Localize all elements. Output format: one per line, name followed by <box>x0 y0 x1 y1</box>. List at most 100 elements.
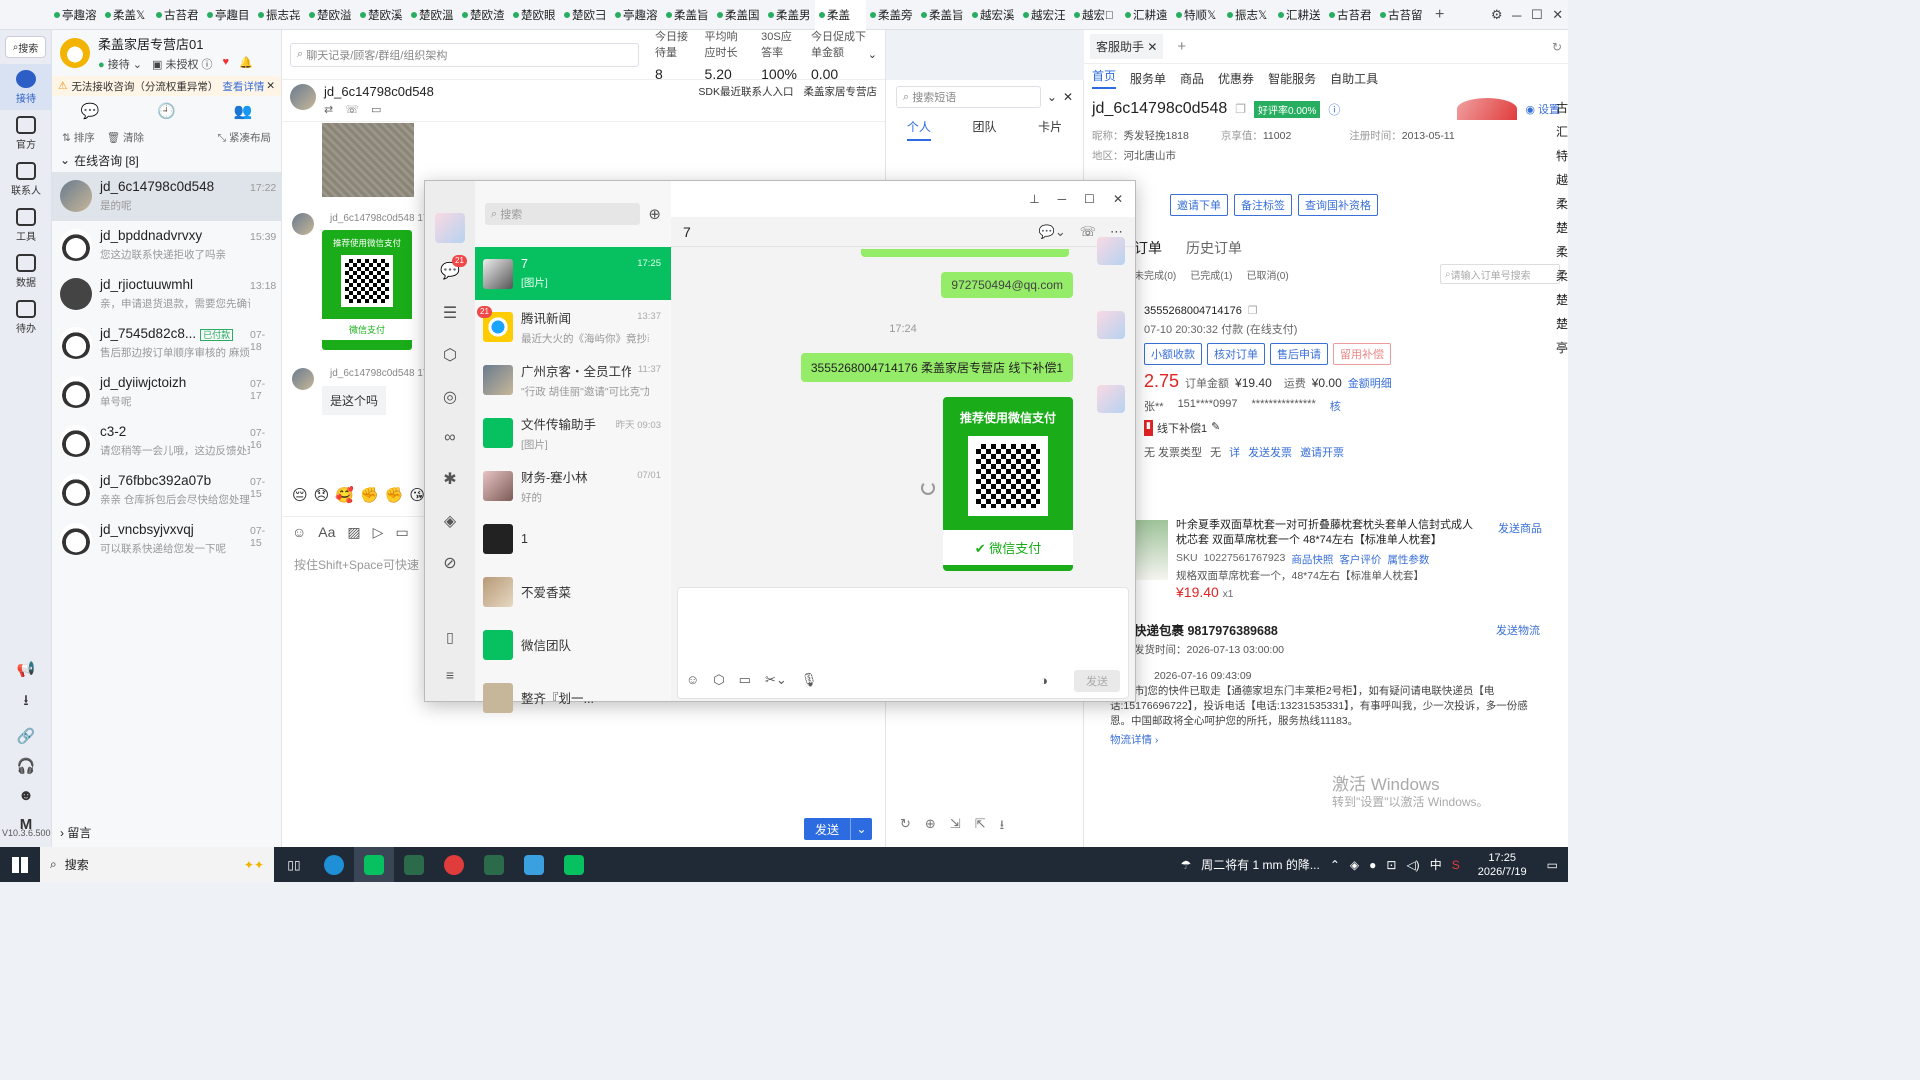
order-action-button[interactable]: 小额收款 <box>1144 343 1202 365</box>
add-icon[interactable]: ⊕ <box>925 816 936 838</box>
rail-item-reception[interactable]: 接待 <box>0 64 52 110</box>
wechat-pay-card[interactable]: 推荐使用微信支付 微信支付 <box>322 230 412 350</box>
app-blue-icon[interactable] <box>514 847 554 882</box>
wechat-chat-item[interactable]: 广州京客・全员工作..."行政 胡佳丽"邀请"可比克"加...11:37 <box>475 353 671 406</box>
tab-team[interactable]: 团队 <box>972 118 996 141</box>
chats-icon[interactable]: 💬 21 <box>440 255 467 281</box>
emoji-icon[interactable]: ☺ <box>292 524 306 541</box>
product-image[interactable] <box>1136 520 1168 580</box>
favorites-icon[interactable]: ⬡ <box>443 345 457 365</box>
conversation-item[interactable]: jd_7545d82c8... 已付款 售后那边按订单顺序审核的 麻烦... 07-1… <box>52 319 281 368</box>
emoji-icon[interactable]: ☺ <box>686 672 699 688</box>
refresh-icon[interactable]: ↻ <box>900 816 911 838</box>
side-shop-char[interactable]: 汇 <box>1556 120 1570 144</box>
close-icon[interactable]: ✕ <box>1552 7 1563 23</box>
voice-icon[interactable]: 🎙 <box>801 672 818 688</box>
auth-status[interactable]: ▣ 未授权 ⓘ <box>152 56 213 72</box>
send-logistics-link[interactable]: 发送物流 <box>1496 622 1540 638</box>
bell-icon[interactable]: 🔔 <box>239 56 253 72</box>
s-tray-icon[interactable]: S <box>1452 858 1460 872</box>
window-tab[interactable]: 古苔留 <box>1376 0 1427 30</box>
notifications-icon[interactable]: ▭ <box>1547 858 1558 872</box>
screenshot-icon[interactable]: ✂⌄ <box>765 672 787 688</box>
panel-action-button[interactable]: 邀请下单 <box>1170 194 1228 216</box>
settings-link[interactable]: ◉ 设置 <box>1525 101 1560 117</box>
filter-cancelled[interactable]: 已取消(0) <box>1246 267 1288 282</box>
font-icon[interactable]: Aa <box>318 524 335 541</box>
send-options-chevron-icon[interactable]: ⌄ <box>850 818 872 840</box>
close-warning-icon[interactable]: ✕ <box>266 80 275 92</box>
chat-bubble-icon[interactable]: 💬 <box>81 102 100 120</box>
window-tab[interactable]: 亭趣目 <box>203 0 254 30</box>
send-product-link[interactable]: 发送商品 <box>1498 520 1542 536</box>
search-web-icon[interactable]: ⊘ <box>443 553 456 573</box>
rail-item-contacts[interactable]: 联系人 <box>0 156 52 202</box>
emoji-cheer-icon[interactable]: ✊ <box>360 486 379 504</box>
conversation-item[interactable]: jd_dyiiwjctoizh 单号呢 07-17 <box>52 368 281 417</box>
window-tab[interactable]: 柔盖国 <box>713 0 764 30</box>
favorite-icon[interactable]: ⬡ <box>713 672 724 688</box>
app-green-chat-icon[interactable] <box>554 847 594 882</box>
copy-icon[interactable]: ❐ <box>1235 102 1246 116</box>
app-red-icon[interactable] <box>434 847 474 882</box>
window-tab[interactable]: 汇耕遠 <box>1121 0 1172 30</box>
link-icon[interactable]: 🔗 <box>17 727 36 745</box>
side-shop-char[interactable]: 柔 <box>1556 192 1570 216</box>
image-icon[interactable]: ▨ <box>347 524 360 541</box>
wechat-chat-item[interactable]: 1 <box>475 512 671 565</box>
side-shop-char[interactable]: 柔 <box>1556 240 1570 264</box>
order-message[interactable]: 3555268004714176 柔盖家居专营店 线下补偿1 <box>800 353 1073 382</box>
wechat-chat-item[interactable]: 整齐『划一... <box>475 671 671 724</box>
clock[interactable]: 17:25 2026/7/19 <box>1478 851 1527 879</box>
maximize-icon[interactable]: ☐ <box>1531 7 1543 23</box>
panel-tab[interactable]: 首页 <box>1092 67 1117 89</box>
download-icon[interactable]: ⭳ <box>1000 816 1005 838</box>
window-tab[interactable]: 柔盖 <box>815 0 866 30</box>
file-icon[interactable]: ▭ <box>739 672 751 688</box>
chevron-down-icon[interactable]: ⌄ <box>868 48 877 61</box>
export-icon[interactable]: ⇱ <box>975 816 986 838</box>
window-tab[interactable]: 楚欧眼 <box>509 0 560 30</box>
weather-icon[interactable]: ☂ <box>1180 858 1191 872</box>
side-shop-char[interactable]: 亭 <box>1556 336 1570 360</box>
tab-history-orders[interactable]: 历史订单 <box>1186 238 1242 258</box>
compact-layout-button[interactable]: ⤡ 紧凑布局 <box>218 130 271 145</box>
import-icon[interactable]: ⇲ <box>950 816 961 838</box>
amount-detail-link[interactable]: 金额明细 <box>1348 375 1392 391</box>
wechat-search-input[interactable]: ⌕ 搜索 <box>485 203 641 225</box>
wechat-chat-item[interactable]: 文件传输助手 [图片] 昨天 09:03 <box>475 406 671 459</box>
filter-unfinished[interactable]: 未完成(0) <box>1134 267 1176 282</box>
verify-button[interactable]: 核 <box>1330 398 1341 414</box>
panel-tab[interactable]: 商品 <box>1180 70 1204 87</box>
wechat-input-box[interactable]: ☺ ⬡ ▭ ✂⌄ 🎙 ◑ 发送 <box>677 587 1129 699</box>
window-tab[interactable]: 越宏溪 <box>968 0 1019 30</box>
app-star-icon[interactable] <box>394 847 434 882</box>
window-tab[interactable]: 楚欧溫 <box>407 0 458 30</box>
wechat-user-avatar[interactable] <box>435 213 465 243</box>
product-name[interactable]: 叶余夏季双面草枕套一对可折叠藤枕套枕头套单人信封式成人枕芯套 双面草席枕套一个 … <box>1176 518 1482 548</box>
sort-button[interactable]: ⇅ 排序 <box>62 130 95 145</box>
send-invoice-link[interactable]: 发送发票 <box>1248 444 1292 460</box>
add-chat-icon[interactable]: ⊕ <box>648 205 661 223</box>
taskbar-search[interactable]: ⌕ 搜索 ✦✦ <box>40 847 274 882</box>
panel-action-button[interactable]: 备注标签 <box>1234 194 1292 216</box>
assistant-tab[interactable]: 客服助手 ✕ <box>1090 34 1164 59</box>
chat-options-icon[interactable]: 💬⌄ <box>1039 224 1066 240</box>
conversation-item[interactable]: jd_rjioctuuwmhl 亲，申请退货退款，需要您先确认... 13:18 <box>52 270 281 319</box>
order-action-button[interactable]: 核对订单 <box>1207 343 1265 365</box>
tab-card[interactable]: 卡片 <box>1038 118 1062 141</box>
window-tab[interactable]: 特顺𝕏 <box>1172 0 1223 30</box>
shield-icon[interactable]: ◈ <box>1350 858 1359 872</box>
window-tab[interactable]: 越宏𥨊 <box>1070 0 1121 30</box>
miniprogram-icon[interactable]: ◈ <box>444 511 456 531</box>
panel-tab[interactable]: 自助工具 <box>1330 70 1378 87</box>
image-message[interactable] <box>322 123 414 197</box>
rail-item-tools[interactable]: 工具 <box>0 202 52 248</box>
minimize-icon[interactable]: ─ <box>1512 8 1521 23</box>
wechat-chat-item[interactable]: 微信团队 <box>475 618 671 671</box>
window-tab[interactable]: 振志㐂 <box>254 0 305 30</box>
panel-tab[interactable]: 优惠券 <box>1218 70 1254 87</box>
window-tab[interactable]: 柔盖旨 <box>917 0 968 30</box>
side-shop-char[interactable]: 特 <box>1556 144 1570 168</box>
side-shop-char[interactable]: 楚 <box>1556 288 1570 312</box>
